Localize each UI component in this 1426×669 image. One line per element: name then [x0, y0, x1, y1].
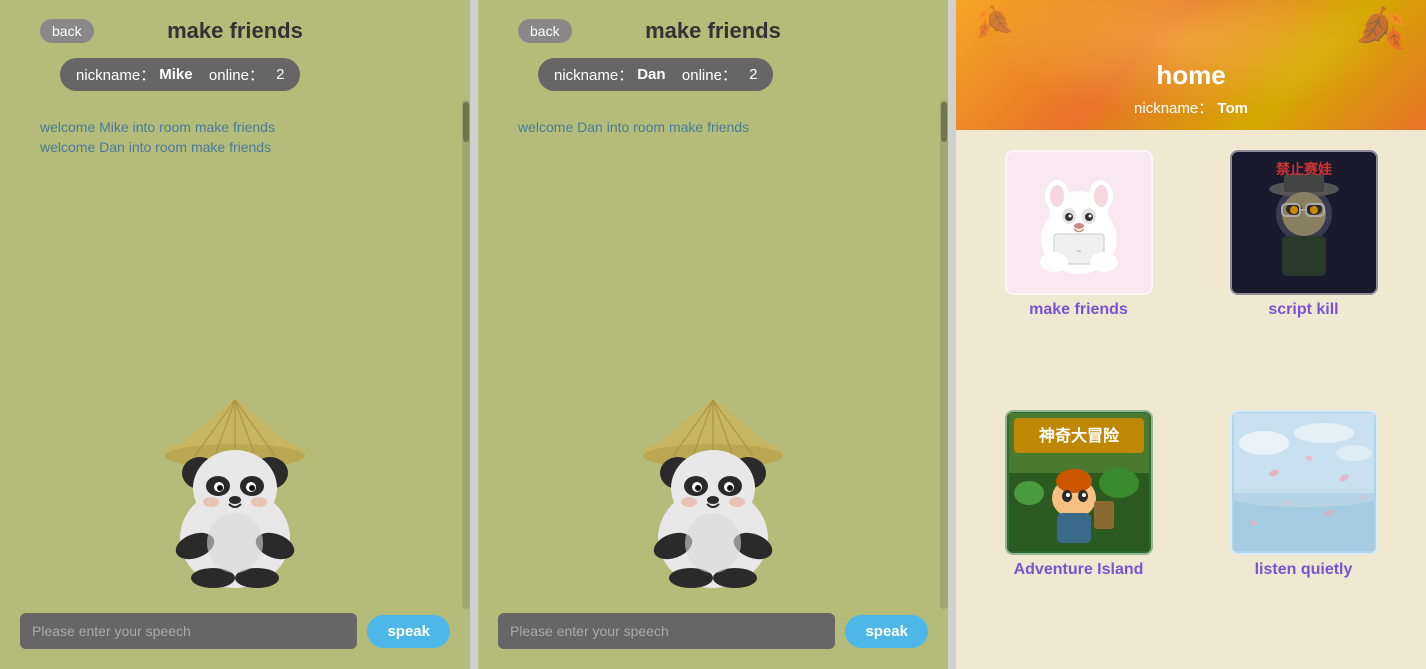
nickname-bar-1: nickname：Mike online： 2	[60, 58, 300, 91]
listen-quietly-art	[1234, 413, 1374, 551]
speech-input-2[interactable]	[498, 613, 835, 649]
scrollbar-2[interactable]	[940, 100, 948, 609]
room-card-listen-quietly[interactable]: listen quietly	[1201, 410, 1406, 650]
panda-area-1	[0, 365, 470, 601]
make-friends-art: ~	[1009, 154, 1149, 292]
input-area-2: speak	[478, 601, 948, 669]
back-button-2[interactable]: back	[518, 19, 572, 43]
input-area-1: speak	[0, 601, 470, 669]
room-card-script-kill[interactable]: 禁止赛娃 script kill	[1201, 150, 1406, 390]
script-kill-art: 禁止赛娃	[1234, 154, 1374, 292]
online-count-1: 2	[276, 66, 284, 83]
panel-title-1: make friends	[167, 18, 303, 44]
room-img-script-kill: 禁止赛娃	[1230, 150, 1378, 295]
svg-text:~: ~	[1076, 247, 1081, 256]
home-panel: 🍂 🍂 home nickname： Tom	[956, 0, 1426, 669]
panel-title-2: make friends	[645, 18, 781, 44]
panda-illustration-2	[613, 378, 813, 588]
room-card-make-friends[interactable]: ~ make friends	[976, 150, 1181, 390]
room-label-adventure-island: Adventure Island	[1014, 561, 1144, 579]
panda-illustration-1	[135, 378, 335, 588]
room-label-script-kill: script kill	[1268, 301, 1338, 319]
scrollbar-1[interactable]	[462, 100, 470, 609]
nickname-bar-2: nickname：Dan online： 2	[538, 58, 773, 91]
room-img-adventure: 神奇大冒险	[1005, 410, 1153, 555]
scrollbar-thumb-2	[941, 102, 947, 142]
panda-area-2	[478, 365, 948, 601]
leaf-icon-right: 🍂	[1356, 5, 1406, 52]
online-label-2: online：	[682, 64, 737, 85]
messages-2: welcome Dan into room make friends	[478, 109, 948, 365]
speak-button-1[interactable]: speak	[367, 615, 450, 648]
chat-panel-1: back make friends nickname：Mike online： …	[0, 0, 470, 669]
rooms-grid: ~ make friends	[956, 130, 1426, 669]
home-header: 🍂 🍂 home nickname： Tom	[956, 0, 1426, 130]
chat-panel-2: back make friends nickname：Dan online： 2…	[478, 0, 948, 669]
room-label-listen-quietly: listen quietly	[1255, 561, 1353, 579]
speech-input-1[interactable]	[20, 613, 357, 649]
svg-text:神奇大冒险: 神奇大冒险	[1038, 426, 1119, 445]
divider-1	[470, 0, 478, 669]
svg-text:禁止赛娃: 禁止赛娃	[1276, 161, 1332, 177]
home-nickname-label: nickname：	[1134, 100, 1213, 117]
online-label-1: online：	[209, 64, 264, 85]
home-title: home	[1156, 60, 1225, 91]
home-nickname-value: Tom	[1217, 100, 1248, 117]
messages-1: welcome Mike into room make friends welc…	[0, 109, 470, 365]
speak-button-2[interactable]: speak	[845, 615, 928, 648]
nickname-value-1: Mike	[159, 66, 192, 83]
scrollbar-thumb-1	[463, 102, 469, 142]
message-1-1: welcome Dan into room make friends	[40, 139, 430, 155]
back-button-1[interactable]: back	[40, 19, 94, 43]
nickname-row-1: nickname：Mike online： 2	[0, 54, 470, 109]
room-img-listen	[1230, 410, 1378, 555]
online-count-2: 2	[749, 66, 757, 83]
message-1-0: welcome Mike into room make friends	[40, 119, 430, 135]
divider-2	[948, 0, 956, 669]
nickname-label-1: nickname：	[76, 64, 155, 85]
nickname-row-2: nickname：Dan online： 2	[478, 54, 948, 109]
nickname-label-2: nickname：	[554, 64, 633, 85]
home-nickname-bar: nickname： Tom	[1134, 97, 1248, 118]
adventure-art: 神奇大冒险	[1009, 413, 1149, 551]
panel-header-2: back make friends	[478, 0, 948, 54]
message-2-0: welcome Dan into room make friends	[518, 119, 908, 135]
leaf-icon-left: 🍂	[976, 5, 1013, 40]
panel-header-1: back make friends	[0, 0, 470, 54]
room-label-make-friends: make friends	[1029, 301, 1128, 319]
room-img-make-friends: ~	[1005, 150, 1153, 295]
nickname-value-2: Dan	[637, 66, 665, 83]
room-card-adventure-island[interactable]: 神奇大冒险	[976, 410, 1181, 650]
